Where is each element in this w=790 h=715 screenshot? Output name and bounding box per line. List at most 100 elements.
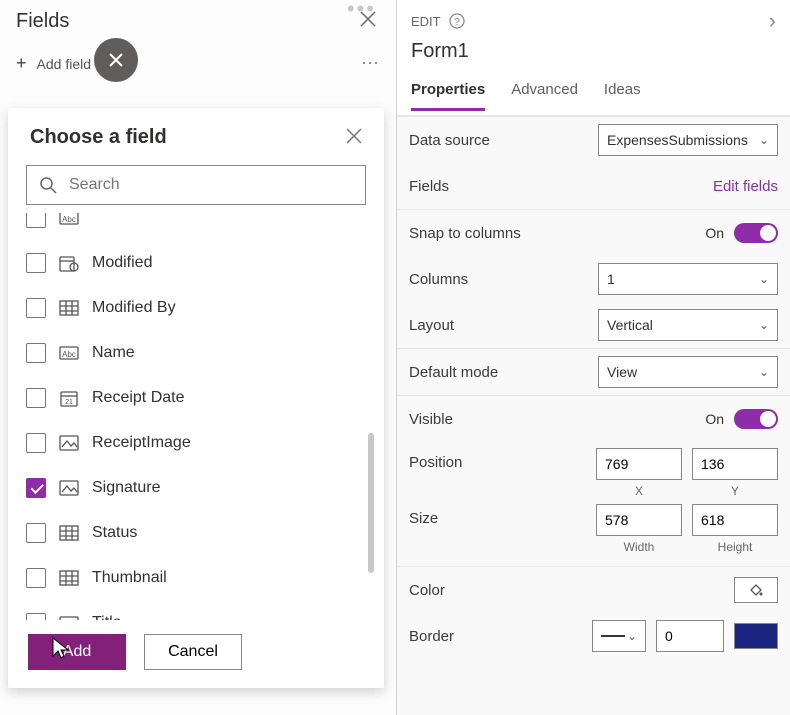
plus-icon: + <box>16 53 27 74</box>
table-icon <box>58 568 80 588</box>
field-item[interactable]: Thumbnail <box>26 555 356 600</box>
field-checkbox[interactable] <box>26 613 46 621</box>
size-height-input[interactable] <box>692 504 778 536</box>
color-picker-button[interactable] <box>734 577 778 603</box>
tabs: Properties Advanced Ideas <box>411 73 776 111</box>
fields-prop-label: Fields <box>409 178 703 195</box>
close-icon <box>109 53 123 67</box>
layout-label: Layout <box>409 317 588 334</box>
field-label: Name <box>92 344 135 362</box>
field-checkbox[interactable] <box>26 253 46 273</box>
border-color-swatch[interactable] <box>734 623 778 649</box>
chevron-down-icon: ⌄ <box>759 272 769 286</box>
properties-panel: EDIT ? › Form1 Properties Advanced Ideas… <box>397 0 790 715</box>
add-field-button[interactable]: + Add field ⋯ <box>0 45 396 88</box>
field-checkbox[interactable] <box>26 343 46 363</box>
image-icon <box>58 433 80 453</box>
field-item[interactable]: Abc <box>26 213 356 240</box>
scrollbar-thumb[interactable] <box>368 433 374 573</box>
text-icon: Abc <box>58 343 80 363</box>
field-item[interactable]: 21Receipt Date <box>26 375 356 420</box>
choose-field-flyout: Choose a field Abc Modified Modified By Abc… <box>8 108 384 688</box>
edit-fields-link[interactable]: Edit fields <box>713 178 778 195</box>
field-item[interactable]: Status <box>26 510 356 555</box>
field-list: Abc Modified Modified By Abc Name 21Receipt D… <box>8 213 384 620</box>
chevron-down-icon: ⌄ <box>759 318 769 332</box>
fields-panel-title: Fields <box>16 10 69 33</box>
field-checkbox[interactable] <box>26 523 46 543</box>
default-mode-label: Default mode <box>409 364 588 381</box>
border-style-select[interactable]: ⌄ <box>592 620 646 652</box>
chevron-down-icon: ⌄ <box>759 133 769 147</box>
position-x-input[interactable] <box>596 448 682 480</box>
field-checkbox[interactable] <box>26 388 46 408</box>
search-input[interactable] <box>67 175 353 195</box>
search-input-wrapper[interactable] <box>26 165 366 205</box>
border-label: Border <box>409 628 582 645</box>
line-icon <box>601 635 625 637</box>
field-item[interactable]: Modified By <box>26 285 356 330</box>
layout-select[interactable]: Vertical ⌄ <box>598 309 778 341</box>
tooltip-close-badge[interactable] <box>94 38 138 82</box>
add-field-label: Add field <box>37 56 91 72</box>
search-icon <box>39 176 57 194</box>
columns-value: 1 <box>607 271 615 287</box>
field-item[interactable]: AbcTitle <box>26 600 356 620</box>
snap-label: Snap to columns <box>409 225 695 242</box>
flyout-title: Choose a field <box>30 126 167 149</box>
cancel-button[interactable]: Cancel <box>144 634 242 670</box>
table-icon <box>58 298 80 318</box>
width-axis-label: Width <box>624 540 655 554</box>
color-label: Color <box>409 582 724 599</box>
flyout-close-button[interactable] <box>346 128 362 147</box>
field-label: Receipt Date <box>92 389 185 407</box>
chevron-right-icon[interactable]: › <box>769 8 776 34</box>
field-label: Signature <box>92 479 161 497</box>
tab-advanced[interactable]: Advanced <box>511 81 578 111</box>
field-checkbox[interactable] <box>26 298 46 318</box>
position-y-input[interactable] <box>692 448 778 480</box>
position-label: Position <box>409 448 586 471</box>
x-axis-label: X <box>635 484 643 498</box>
border-width-input[interactable] <box>656 620 724 652</box>
svg-text:Abc: Abc <box>62 215 76 224</box>
size-label: Size <box>409 504 586 527</box>
fields-panel: ••• Fields + Add field ⋯ Choose a field <box>0 0 397 715</box>
svg-text:?: ? <box>454 17 460 28</box>
field-item[interactable]: Modified <box>26 240 356 285</box>
field-label: Thumbnail <box>92 569 167 587</box>
field-label: Title <box>92 614 122 621</box>
snap-toggle[interactable] <box>734 223 778 243</box>
form-name: Form1 <box>411 40 776 63</box>
tab-ideas[interactable]: Ideas <box>604 81 641 111</box>
columns-select[interactable]: 1 ⌄ <box>598 263 778 295</box>
tab-properties[interactable]: Properties <box>411 81 485 111</box>
field-label: Modified By <box>92 299 176 317</box>
date-time-icon <box>58 253 80 273</box>
field-item[interactable]: Signature <box>26 465 356 510</box>
add-button[interactable]: Add <box>28 634 126 670</box>
help-icon[interactable]: ? <box>449 13 465 29</box>
table-icon <box>58 523 80 543</box>
layout-value: Vertical <box>607 317 653 333</box>
field-item[interactable]: Abc Name <box>26 330 356 375</box>
field-checkbox[interactable] <box>26 433 46 453</box>
text-icon: Abc <box>58 213 80 228</box>
snap-state-text: On <box>705 225 724 241</box>
field-checkbox[interactable] <box>26 568 46 588</box>
ellipsis-top-icon: ••• <box>347 0 376 22</box>
field-checkbox[interactable] <box>26 478 46 498</box>
field-checkbox[interactable] <box>26 213 46 228</box>
field-item[interactable]: ReceiptImage <box>26 420 356 465</box>
chevron-down-icon: ⌄ <box>759 365 769 379</box>
data-source-label: Data source <box>409 132 588 149</box>
default-mode-select[interactable]: View ⌄ <box>598 356 778 388</box>
data-source-value: ExpensesSubmissions <box>607 132 748 148</box>
visible-toggle[interactable] <box>734 409 778 429</box>
size-width-input[interactable] <box>596 504 682 536</box>
data-source-select[interactable]: ExpensesSubmissions ⌄ <box>598 124 778 156</box>
add-button-label: Add <box>63 643 91 661</box>
more-icon[interactable]: ⋯ <box>361 53 380 74</box>
field-label: Modified <box>92 254 152 272</box>
chevron-down-icon: ⌄ <box>627 629 637 643</box>
